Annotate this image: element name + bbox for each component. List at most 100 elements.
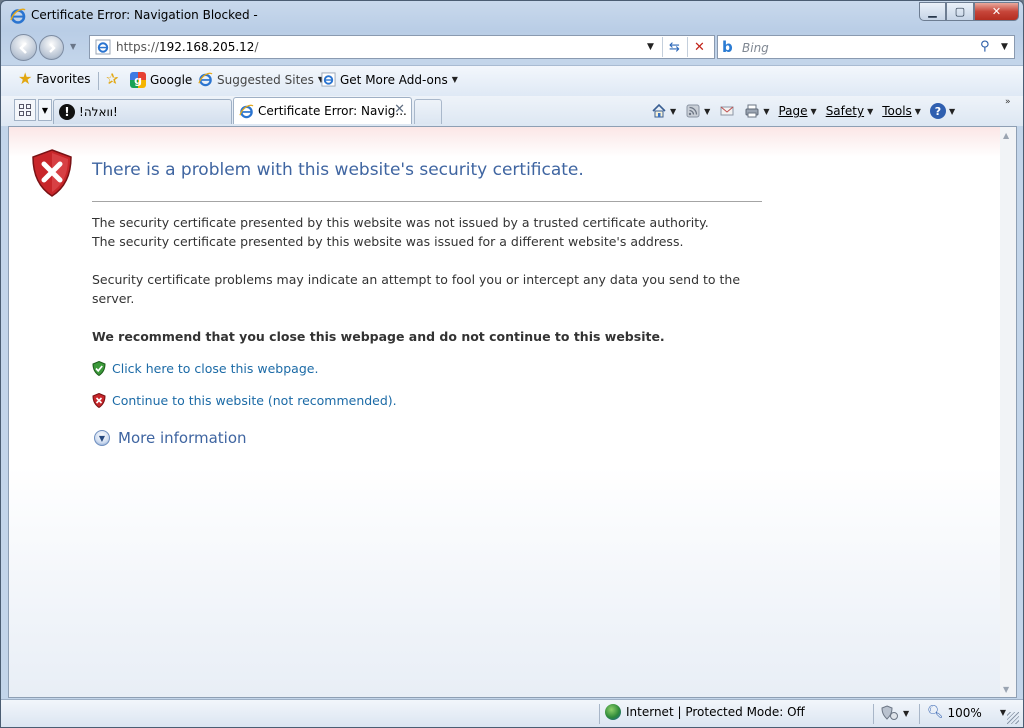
- chevron-down-icon: ▼: [763, 106, 770, 116]
- status-separator: [919, 704, 920, 724]
- tab-certificate-error-label: Certificate Error: Navig...: [258, 104, 407, 118]
- search-options-dropdown-icon[interactable]: ▼: [1001, 42, 1008, 52]
- page-menu-label: Page: [778, 104, 808, 118]
- chevron-down-icon: ▼: [451, 75, 458, 84]
- favorite-get-more-addons-label: Get More Add-ons: [340, 72, 448, 87]
- safety-menu[interactable]: Safety ▼: [826, 104, 874, 118]
- close-tab-icon[interactable]: ✕: [394, 102, 405, 117]
- zoom-level: 100%: [947, 705, 982, 720]
- resize-grip[interactable]: [1007, 712, 1019, 724]
- security-zone[interactable]: Internet | Protected Mode: Off: [605, 704, 805, 720]
- help-icon: ?: [929, 103, 946, 119]
- favorite-suggested-sites[interactable]: Suggested Sites ▼: [198, 72, 324, 87]
- chevron-down-icon: ▼: [914, 106, 921, 116]
- quick-tabs-button[interactable]: [14, 99, 36, 121]
- chevron-down-icon: ▼: [810, 106, 817, 116]
- minimize-button[interactable]: ▁: [919, 2, 946, 21]
- tools-menu-label: Tools: [882, 104, 912, 118]
- mail-icon: [720, 106, 734, 116]
- close-webpage-link[interactable]: Click here to close this webpage.: [92, 361, 318, 376]
- more-information-toggle[interactable]: ▼ More information: [94, 429, 247, 447]
- tab-walla[interactable]: ! !וואלה!: [53, 99, 232, 124]
- vertical-scrollbar[interactable]: ▲ ▼: [1000, 126, 1017, 698]
- favorites-label: Favorites: [36, 72, 91, 86]
- ie-logo-icon: [10, 8, 26, 24]
- continue-website-link-label: Continue to this website (not recommende…: [112, 393, 397, 408]
- recent-pages-dropdown-icon[interactable]: ▼: [70, 42, 76, 51]
- favorites-bar: ★ Favorites ✰ g Google Suggested Sites ▼…: [1, 65, 1023, 96]
- certificate-message-line-2: The security certificate presented by th…: [92, 234, 684, 249]
- window-title: Certificate Error: Navigation Blocked -: [31, 8, 258, 22]
- ie-addons-icon: [321, 72, 336, 87]
- feeds-button[interactable]: ▼: [685, 103, 710, 119]
- scroll-down-icon[interactable]: ▼: [1003, 685, 1009, 694]
- back-button[interactable]: [10, 34, 37, 61]
- zoom-control[interactable]: 🔍︎ 100% ▼: [927, 705, 1006, 720]
- search-icon[interactable]: ⚲: [980, 39, 990, 54]
- page-title: There is a problem with this website's s…: [92, 160, 584, 180]
- continue-website-link[interactable]: Continue to this website (not recommende…: [92, 393, 397, 408]
- google-icon: g: [130, 72, 146, 88]
- shield-settings-icon: [881, 705, 898, 720]
- navigation-bar: ▼ https://192.168.205.12/ ▼ ⇆ ✕ b Bing ⚲…: [1, 31, 1023, 65]
- home-icon: [652, 103, 666, 118]
- bing-logo-icon: b: [722, 38, 733, 56]
- ie-icon: [198, 72, 213, 87]
- green-shield-icon: [92, 361, 106, 376]
- more-information-label: More information: [118, 429, 247, 447]
- address-bar[interactable]: https://192.168.205.12/ ▼ ⇆ ✕: [89, 35, 715, 59]
- favorite-get-more-addons[interactable]: Get More Add-ons ▼: [321, 72, 458, 87]
- red-shield-icon: [92, 393, 106, 408]
- stop-icon[interactable]: ✕: [687, 37, 711, 57]
- warning-icon: !: [59, 104, 75, 120]
- new-tab-button[interactable]: [414, 99, 442, 124]
- home-button[interactable]: ▼: [651, 103, 676, 119]
- address-url[interactable]: https://192.168.205.12/: [116, 40, 259, 54]
- favorite-google-label: Google: [150, 73, 193, 87]
- content-fade: [9, 127, 1000, 157]
- error-shield-icon: [32, 149, 72, 197]
- search-box[interactable]: b Bing ⚲ ▼: [717, 35, 1015, 59]
- tab-bar: ▼ ! !וואלה! Certificate Error: Navig... …: [1, 96, 1023, 126]
- printer-icon: [745, 104, 759, 118]
- read-mail-button[interactable]: [719, 103, 735, 119]
- tools-menu[interactable]: Tools ▼: [882, 104, 921, 118]
- tab-list-dropdown-icon[interactable]: ▼: [38, 99, 52, 121]
- chevron-down-icon: ▼: [903, 708, 910, 718]
- print-button[interactable]: ▼: [744, 103, 769, 119]
- command-bar-overflow-icon[interactable]: »: [1005, 97, 1011, 107]
- page-menu[interactable]: Page ▼: [778, 104, 816, 118]
- safety-menu-label: Safety: [825, 104, 865, 118]
- expand-down-icon: ▼: [94, 430, 110, 446]
- address-dropdown-icon[interactable]: ▼: [647, 42, 654, 52]
- close-window-button[interactable]: ✕: [974, 2, 1019, 21]
- zoom-icon: 🔍︎: [927, 705, 944, 720]
- maximize-button[interactable]: ▢: [946, 2, 974, 21]
- window-controls: ▁ ▢ ✕: [919, 2, 1019, 21]
- quick-tabs-grid-icon: [19, 104, 31, 116]
- status-bar: Internet | Protected Mode: Off ▼ 🔍︎ 100%…: [1, 699, 1023, 727]
- back-arrow-icon: [18, 41, 27, 54]
- search-input[interactable]: Bing: [742, 41, 769, 55]
- chevron-down-icon: ▼: [704, 106, 711, 116]
- chevron-down-icon: ▼: [948, 106, 956, 116]
- favorites-button[interactable]: ★ Favorites: [18, 71, 91, 87]
- forward-arrow-icon: [48, 42, 56, 53]
- security-warning-text: Security certificate problems may indica…: [92, 272, 741, 306]
- protected-mode-button[interactable]: ▼: [881, 705, 909, 721]
- ie-window: Certificate Error: Navigation Blocked - …: [0, 0, 1024, 728]
- forward-button[interactable]: [39, 35, 64, 60]
- command-bar: ▼ ▼ ▼ Page ▼ Safety ▼ Tools ▼ ? ▼: [651, 100, 964, 122]
- favorite-google[interactable]: g Google: [130, 72, 192, 88]
- favorites-separator: [98, 72, 99, 90]
- refresh-icon[interactable]: ⇆: [662, 37, 686, 57]
- chevron-down-icon: ▼: [867, 106, 874, 116]
- scroll-up-icon[interactable]: ▲: [1003, 131, 1009, 140]
- page-content: There is a problem with this website's s…: [8, 126, 1001, 698]
- tab-certificate-error[interactable]: Certificate Error: Navig... ✕: [233, 97, 412, 124]
- title-divider: [92, 201, 762, 202]
- certificate-message: The security certificate presented by th…: [92, 213, 742, 251]
- favorite-suggested-sites-label: Suggested Sites: [217, 72, 314, 87]
- add-to-favorites-bar-button[interactable]: ✰: [106, 72, 119, 87]
- help-menu[interactable]: ? ▼: [929, 103, 956, 119]
